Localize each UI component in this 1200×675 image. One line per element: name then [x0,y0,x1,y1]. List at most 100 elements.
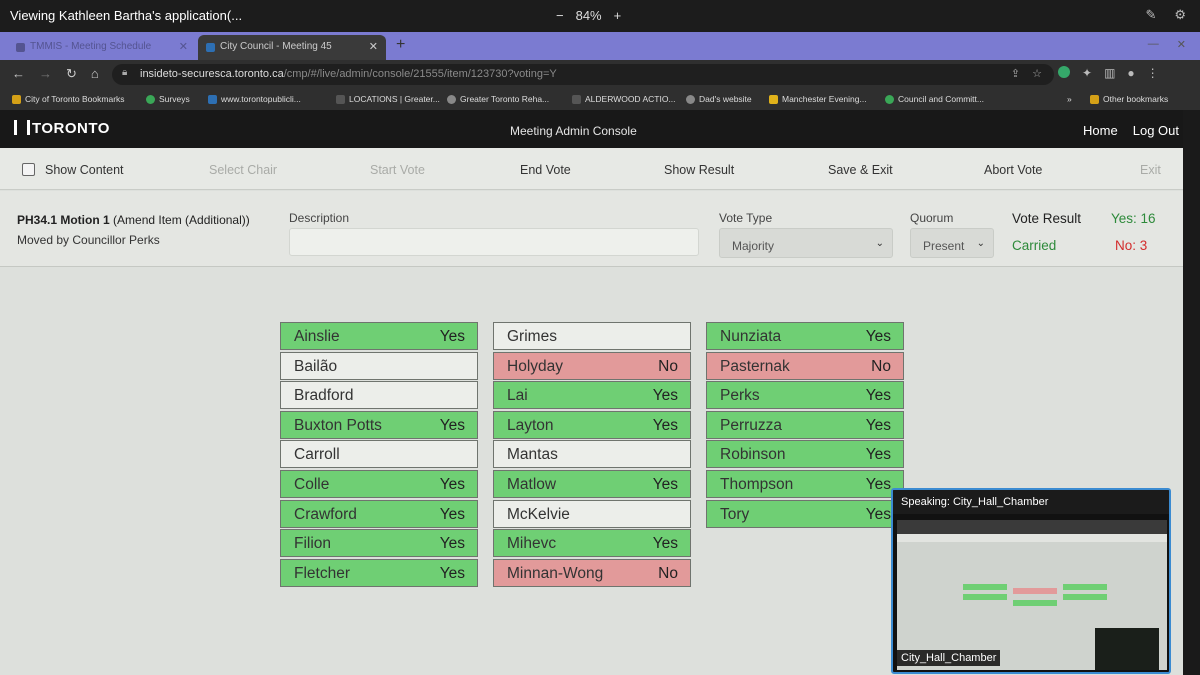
councillor-vote-row[interactable]: Mantas [493,440,691,469]
bookmark-item[interactable]: Council and Committ... [885,94,984,104]
menu-icon[interactable]: ⋮ [1147,66,1159,80]
vote-type-select[interactable]: Majority ⌄ [719,228,893,258]
councillor-vote-row[interactable]: Layton Yes [493,410,691,439]
annotate-icon[interactable]: ✎ [1145,7,1156,23]
councillor-vote-row[interactable]: Nunziata Yes [706,322,904,350]
profile-icon[interactable]: ● [1127,66,1134,80]
logo-text: TORONTO [32,120,110,137]
quorum-select[interactable]: Present ⌄ [910,228,994,258]
start-vote-button[interactable]: Start Vote [370,163,425,177]
minimize-icon[interactable]: — [1148,38,1159,51]
back-icon[interactable]: ← [12,66,25,82]
extension-icon[interactable] [1058,66,1070,78]
show-content-checkbox[interactable] [22,163,35,176]
councillor-vote-row[interactable]: Thompson Yes [706,469,904,498]
councillor-name: McKelvie [507,505,570,523]
councillor-vote-row[interactable]: Crawford Yes [280,499,478,528]
url-path: /cmp/#/live/admin/console/21555/item/123… [283,68,557,80]
councillor-vote-row[interactable]: Tory Yes [706,499,904,528]
councillor-vote-row[interactable]: Fletcher Yes [280,558,478,587]
share-icon[interactable]: ⇪ [1011,67,1020,80]
reload-icon[interactable]: ↻ [66,66,77,82]
bookmark-item[interactable]: ALDERWOOD ACTIO... [572,94,676,104]
tab-meeting-schedule[interactable]: TMMIS - Meeting Schedule ✕ [8,35,196,60]
bookmark-item[interactable]: City of Toronto Bookmarks [12,94,125,104]
save-exit-button[interactable]: Save & Exit [828,163,893,177]
close-tab-icon[interactable]: ✕ [369,40,378,53]
description-field[interactable] [289,228,699,256]
councillor-vote-row[interactable]: Perruzza Yes [706,410,904,439]
councillor-vote-row[interactable]: Minnan-Wong No [493,558,691,587]
bookmark-label: ALDERWOOD ACTIO... [585,94,676,104]
home-icon[interactable]: ⌂ [91,66,99,82]
motion-info-panel: PH34.1 Motion 1 (Amend Item (Additional)… [0,191,1183,267]
bookmark-item[interactable]: Manchester Evening... [769,94,867,104]
result-status: Carried [1012,238,1057,253]
bookmarks-overflow-icon[interactable]: » [1067,94,1072,104]
speaker-video-panel[interactable]: Speaking: City_Hall_Chamber City_Hall_Ch… [891,488,1171,674]
thumbnail-vote-row [1013,600,1057,606]
show-result-button[interactable]: Show Result [664,163,734,177]
close-window-icon[interactable]: ✕ [1177,38,1186,51]
tab-city-council[interactable]: City Council - Meeting 45 ✕ [198,35,386,60]
tab-favicon-icon [16,43,25,52]
zoom-level: 84% [575,8,602,23]
councillor-vote-row[interactable]: Mihevc Yes [493,529,691,558]
tab-label: City Council - Meeting 45 [220,41,332,52]
councillor-vote-row[interactable]: Bradford [280,381,478,410]
councillor-vote-row[interactable]: Buxton Potts Yes [280,410,478,439]
abort-vote-button[interactable]: Abort Vote [984,163,1042,177]
bookmark-star-icon[interactable]: ☆ [1032,67,1042,80]
councillor-vote-row[interactable]: Colle Yes [280,469,478,498]
bookmark-item[interactable]: Greater Toronto Reha... [447,94,549,104]
bookmark-label: Manchester Evening... [782,94,867,104]
vote-toolbar: Show Content Select Chair Start Vote End… [0,148,1183,190]
address-row: ← → ↻ ⌂ 🔒︎ insideto-securesca.toronto.ca… [0,60,1200,88]
councillor-vote-row[interactable]: Lai Yes [493,381,691,410]
vote-value: Yes [439,328,465,345]
councillor-vote-row[interactable]: Holyday No [493,351,691,380]
councillor-vote-row[interactable]: McKelvie [493,499,691,528]
councillor-name: Matlow [507,475,557,493]
exit-button[interactable]: Exit [1140,163,1161,177]
camera-feed [1095,628,1159,670]
thumbnail-vote-row [1063,584,1107,590]
new-tab-button[interactable]: + [396,36,405,54]
home-link[interactable]: Home [1083,123,1118,138]
bookmark-item[interactable]: Dad's website [686,94,752,104]
bookmark-item[interactable]: Surveys [146,94,190,104]
councillor-vote-row[interactable]: Carroll [280,440,478,469]
zoom-in-button[interactable]: + [614,8,622,23]
end-vote-button[interactable]: End Vote [520,163,571,177]
select-chair-button[interactable]: Select Chair [209,163,277,177]
speaker-label: Speaking: City_Hall_Chamber [893,490,1169,514]
url-bar[interactable]: 🔒︎ insideto-securesca.toronto.ca/cmp/#/l… [112,64,1054,85]
bookmark-item[interactable]: LOCATIONS | Greater... [336,94,440,104]
close-tab-icon[interactable]: ✕ [179,40,188,53]
councillor-name: Fletcher [294,564,350,582]
logout-link[interactable]: Log Out [1133,123,1179,138]
bookmark-item[interactable]: www.torontopublicli... [208,94,301,104]
councillor-vote-row[interactable]: Filion Yes [280,529,478,558]
forward-icon[interactable]: → [39,66,52,82]
show-content-label[interactable]: Show Content [45,163,124,177]
vote-value: Yes [865,505,891,523]
thumbnail-toolbar [897,534,1167,542]
councillor-name: Holyday [507,357,563,375]
councillor-vote-row[interactable]: Perks Yes [706,381,904,410]
councillor-vote-row[interactable]: Bailão [280,351,478,380]
page-icon [336,94,345,104]
councillor-vote-row[interactable]: Grimes [493,322,691,350]
bookmark-item[interactable]: Other bookmarks [1090,94,1168,104]
zoom-out-button[interactable]: − [556,8,564,23]
side-panel-icon[interactable]: ▥ [1104,66,1115,80]
councillor-vote-row[interactable]: Pasternak No [706,351,904,380]
motion-type: (Amend Item (Additional)) [113,213,250,227]
councillor-vote-row[interactable]: Matlow Yes [493,469,691,498]
councillor-vote-row[interactable]: Robinson Yes [706,440,904,469]
councillor-name: Buxton Potts [294,416,382,434]
settings-icon[interactable]: ⚙ [1174,7,1186,23]
scrollbar[interactable] [1183,110,1200,675]
puzzle-icon[interactable]: ✦ [1082,66,1092,80]
councillor-vote-row[interactable]: Ainslie Yes [280,322,478,350]
